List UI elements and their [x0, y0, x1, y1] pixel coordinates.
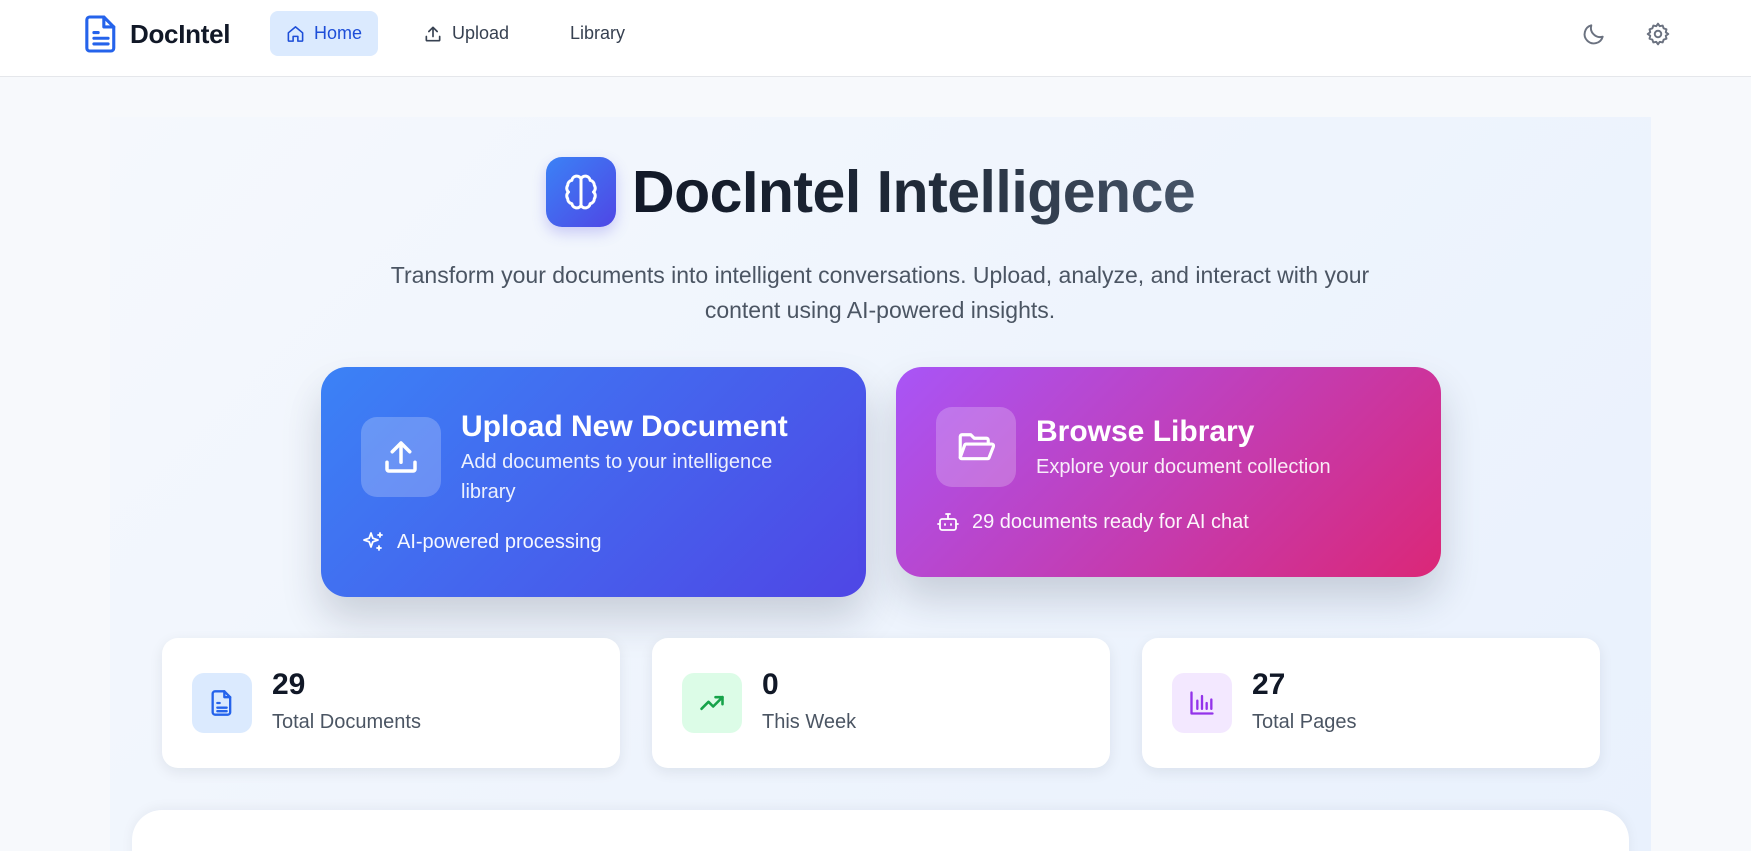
theme-toggle-button[interactable] [1578, 18, 1610, 50]
hero-heading: DocIntel Intelligence [546, 156, 1196, 228]
bar-chart-icon [1190, 691, 1214, 715]
stat-this-week: 0 This Week [652, 638, 1110, 768]
nav-home[interactable]: Home [270, 11, 378, 56]
document-icon [85, 15, 116, 53]
library-card-footer-text: 29 documents ready for AI chat [972, 510, 1249, 533]
folder-open-icon [958, 433, 996, 461]
page-title: DocIntel Intelligence [632, 156, 1196, 228]
hero-subtitle: Transform your documents into intelligen… [390, 262, 1370, 323]
stat-value: 27 [1252, 668, 1286, 701]
home-icon [287, 25, 304, 42]
moon-icon [1583, 24, 1604, 45]
stat-total-pages: 27 Total Pages [1142, 638, 1600, 768]
nav-library-label: Library [570, 23, 626, 43]
stat-label: This Week [762, 711, 857, 733]
brand[interactable]: DocIntel [84, 14, 230, 54]
content-panel [132, 810, 1629, 851]
stat-icon-box [192, 673, 252, 733]
stat-total-documents: 29 Total Documents [162, 638, 620, 768]
stat-icon-box [1172, 673, 1232, 733]
upload-card-description: Add documents to your intelligence libra… [461, 451, 773, 503]
upload-card-footer-text: AI-powered processing [397, 530, 602, 553]
top-nav-bar: DocIntel Home Upload Library [0, 0, 1751, 77]
library-card-description: Explore your document collection [1036, 456, 1331, 478]
upload-card-footer: AI-powered processing [361, 530, 602, 554]
nav-upload-label: Upload [452, 23, 510, 43]
upload-card-icon-box [361, 417, 441, 497]
library-card-footer: 29 documents ready for AI chat [936, 510, 1249, 534]
upload-icon [385, 441, 417, 473]
library-card-title: Browse Library [1036, 415, 1255, 448]
library-card-icon-box [936, 407, 1016, 487]
hero-logo [546, 157, 616, 227]
nav-library[interactable]: Library [554, 11, 641, 56]
nav-home-label: Home [313, 23, 362, 43]
brain-icon [565, 174, 597, 210]
brand-name: DocIntel [130, 18, 231, 49]
browse-library-card[interactable]: Browse Library Explore your document col… [896, 367, 1441, 577]
stat-value: 29 [272, 668, 306, 701]
document-icon [211, 690, 232, 716]
upload-icon [425, 26, 441, 42]
stat-label: Total Pages [1252, 711, 1357, 733]
bot-icon [937, 513, 959, 531]
settings-button[interactable] [1642, 18, 1674, 50]
trending-up-icon [700, 695, 724, 711]
upload-card-title: Upload New Document [461, 410, 788, 443]
stat-icon-box [682, 673, 742, 733]
nav-upload[interactable]: Upload [407, 11, 525, 56]
upload-document-card[interactable]: Upload New Document Add documents to you… [321, 367, 866, 597]
sparkles-icon [363, 532, 383, 551]
stat-value: 0 [762, 668, 779, 701]
gear-icon [1646, 22, 1670, 46]
stat-label: Total Documents [272, 711, 421, 733]
